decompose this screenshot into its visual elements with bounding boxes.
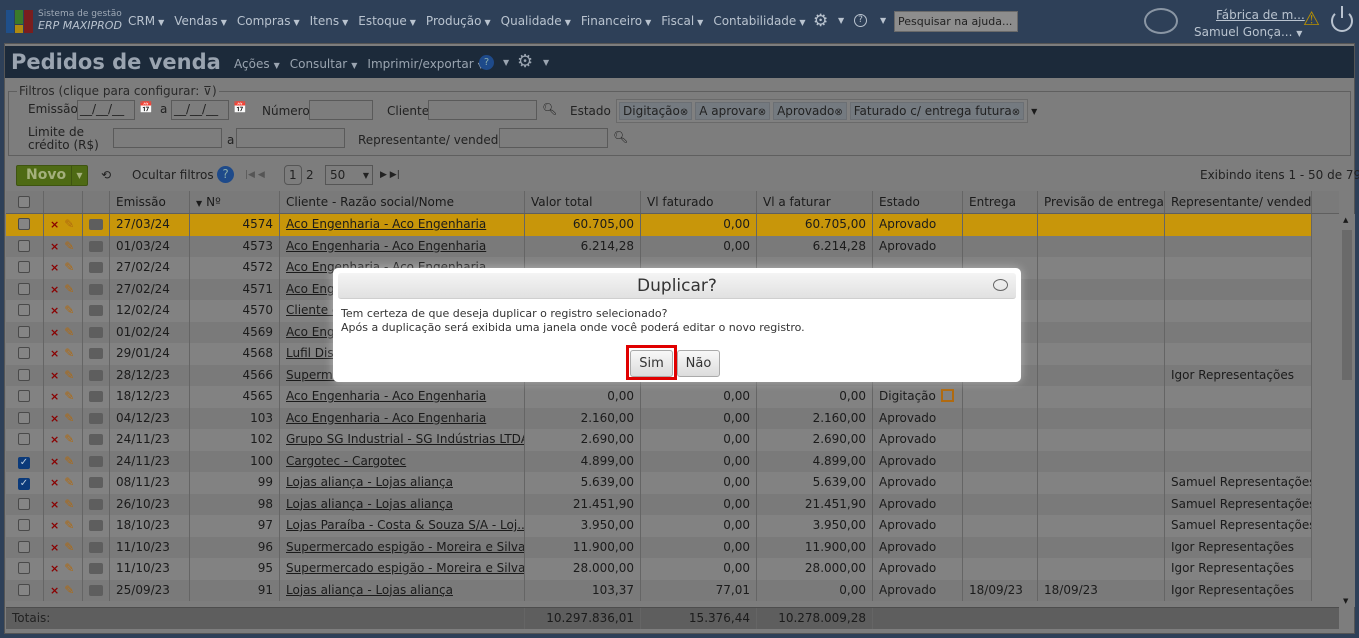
sim-button[interactable]: Sim <box>630 350 673 377</box>
nao-button[interactable]: Não <box>677 350 720 377</box>
dialog-title: Duplicar? <box>338 273 1016 299</box>
comment-icon[interactable] <box>993 279 1008 291</box>
dialog-message: Tem certeza de que deseja duplicar o reg… <box>341 307 805 334</box>
duplicate-dialog: Duplicar? Tem certeza de que deseja dupl… <box>333 268 1021 382</box>
